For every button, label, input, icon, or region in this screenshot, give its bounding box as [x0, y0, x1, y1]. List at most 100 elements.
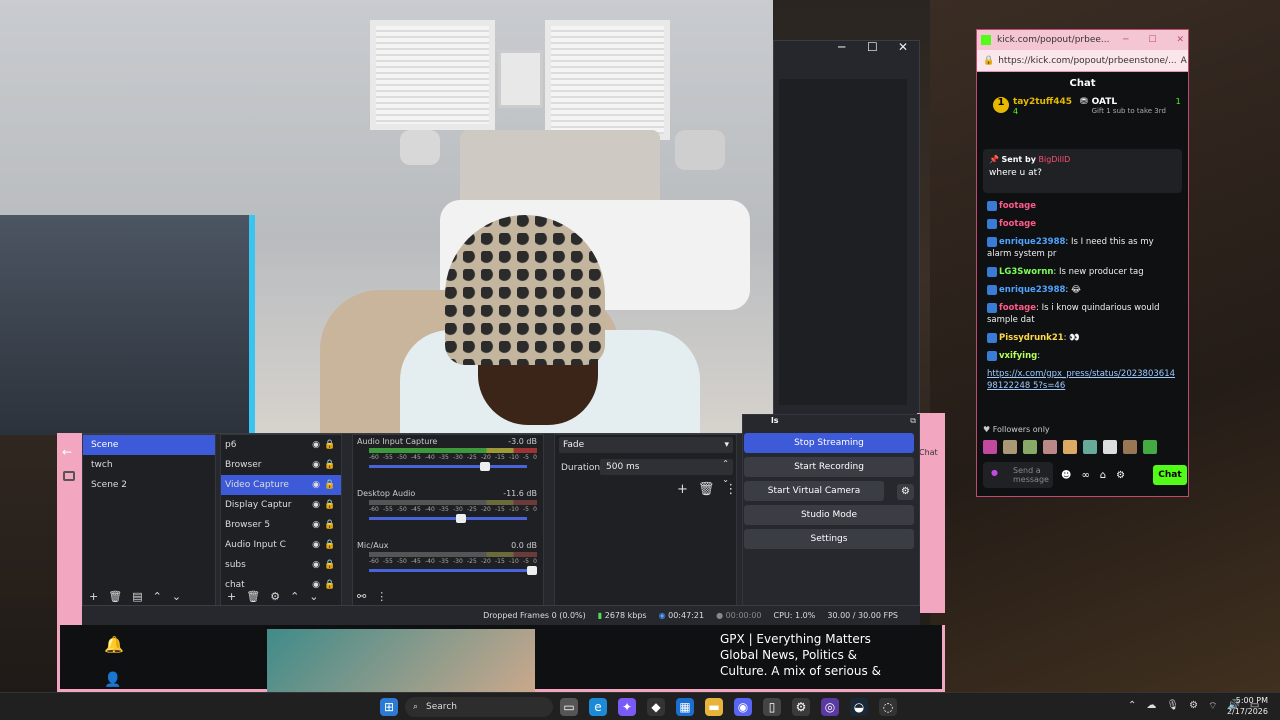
- eye-icon[interactable]: ◉: [309, 460, 323, 470]
- add-icon[interactable]: +: [677, 482, 688, 497]
- copilot-icon[interactable]: ✦: [618, 698, 636, 716]
- fader-knob[interactable]: [479, 462, 490, 471]
- window-close-icon[interactable]: ✕: [1176, 35, 1184, 45]
- eye-icon[interactable]: ◉: [309, 500, 323, 510]
- emote[interactable]: [1143, 440, 1157, 454]
- emote[interactable]: [1043, 440, 1057, 454]
- eye-icon[interactable]: ◉: [309, 520, 323, 530]
- more-icon[interactable]: ⋮: [724, 482, 737, 497]
- emote[interactable]: [1103, 440, 1117, 454]
- bell-icon[interactable]: 🔔: [104, 635, 124, 654]
- lock-icon[interactable]: 🔒: [323, 480, 337, 490]
- lock-icon[interactable]: 🔒: [323, 440, 337, 450]
- scene-item[interactable]: Scene 2: [83, 475, 215, 495]
- emote[interactable]: [1063, 440, 1077, 454]
- window-close-icon[interactable]: ✕: [898, 40, 908, 54]
- lock-icon[interactable]: 🔒: [323, 580, 337, 590]
- control-button[interactable]: Start Virtual Camera: [744, 481, 884, 501]
- emote[interactable]: [1003, 440, 1017, 454]
- emote[interactable]: [1023, 440, 1037, 454]
- eye-icon[interactable]: ◉: [309, 580, 323, 590]
- popout-icon[interactable]: ⧉: [910, 416, 916, 426]
- store-icon[interactable]: ⌂: [1100, 470, 1106, 481]
- cloud-icon[interactable]: ☁: [1146, 700, 1156, 713]
- gear-icon[interactable]: ⚙: [1189, 700, 1198, 713]
- lock-icon[interactable]: 🔒: [323, 500, 337, 510]
- wifi-icon[interactable]: ⌔: [1208, 700, 1217, 713]
- more-icon[interactable]: ⋮: [376, 590, 387, 603]
- mic-icon[interactable]: ●: [991, 468, 998, 477]
- window-maximize-icon[interactable]: ☐: [867, 40, 878, 54]
- add-user-icon[interactable]: 👤: [104, 672, 121, 688]
- volume-fader[interactable]: [369, 514, 527, 523]
- lock-icon[interactable]: 🔒: [323, 520, 337, 530]
- shield-icon[interactable]: ◆: [647, 698, 665, 716]
- kick-address-bar[interactable]: 🔒 https://kick.com/popout/prbeenstone/..…: [977, 50, 1188, 72]
- mic-icon[interactable]: 🎙: [1166, 700, 1179, 713]
- gear-icon[interactable]: ⚙: [270, 590, 280, 603]
- source-item[interactable]: p6 ◉ 🔒: [221, 435, 341, 455]
- chat-username[interactable]: footage: [999, 219, 1036, 229]
- trash-icon[interactable]: 🗑: [698, 482, 715, 497]
- taskbar-search[interactable]: ⌕ Search: [405, 697, 553, 717]
- duration-input[interactable]: 500 ms ⌃ ⌄: [600, 459, 733, 484]
- up-icon[interactable]: ⌃: [153, 590, 162, 603]
- emote-icon[interactable]: ☻: [1061, 470, 1071, 481]
- volume-fader[interactable]: [369, 566, 537, 575]
- chat-send-button[interactable]: Chat: [1153, 465, 1187, 485]
- source-item[interactable]: Display Captur ◉ 🔒: [221, 495, 341, 515]
- emote[interactable]: [983, 440, 997, 454]
- down-icon[interactable]: ⌄: [172, 590, 181, 603]
- reader-icon[interactable]: A: [1181, 56, 1187, 66]
- up-icon[interactable]: ⌃: [290, 590, 299, 603]
- window-minimize-icon[interactable]: ─: [1123, 35, 1128, 45]
- chat-username[interactable]: footage: [999, 303, 1036, 313]
- fader-knob[interactable]: [455, 514, 466, 523]
- folder-icon[interactable]: ▬: [705, 698, 723, 716]
- source-item[interactable]: Audio Input C ◉ 🔒: [221, 535, 341, 555]
- eye-icon[interactable]: ◉: [309, 480, 323, 490]
- chat-username[interactable]: LG3Swornn: [999, 267, 1053, 277]
- source-item[interactable]: Browser ◉ 🔒: [221, 455, 341, 475]
- chat-username[interactable]: footage: [999, 201, 1036, 211]
- chat-username[interactable]: enrique23988: [999, 285, 1065, 295]
- control-button[interactable]: Start Recording: [744, 457, 914, 477]
- add-icon[interactable]: +: [227, 590, 236, 603]
- file-icon[interactable]: ▯: [763, 698, 781, 716]
- send-message-input[interactable]: ● Send a message: [983, 462, 1053, 488]
- trash-icon[interactable]: 🗑: [246, 590, 260, 603]
- clock[interactable]: 5:00 PM 2/17/2026: [1222, 695, 1268, 717]
- discord-icon[interactable]: ◉: [734, 698, 752, 716]
- fader-knob[interactable]: [527, 566, 537, 575]
- control-button[interactable]: Studio Mode: [744, 505, 914, 525]
- lock-icon[interactable]: 🔒: [323, 540, 337, 550]
- source-item[interactable]: Video Capture ◉ 🔒: [221, 475, 341, 495]
- obs-icon[interactable]: ◌: [879, 698, 897, 716]
- infinity-icon[interactable]: ∞: [1081, 470, 1089, 481]
- task-view-icon[interactable]: ▭: [560, 698, 578, 716]
- link-icon[interactable]: ⚯: [357, 590, 366, 603]
- eye-icon[interactable]: ◉: [309, 440, 323, 450]
- chat-username[interactable]: Pissydrunk21: [999, 333, 1064, 343]
- virtual-camera-settings-icon[interactable]: ⚙: [897, 484, 914, 500]
- chat-link[interactable]: https://x.com/gpx_press/status/202380361…: [977, 365, 1188, 395]
- scene-item[interactable]: twch: [83, 455, 215, 475]
- emote[interactable]: [1083, 440, 1097, 454]
- chevron-up-icon[interactable]: ⌃: [1128, 700, 1136, 713]
- control-button[interactable]: Settings: [744, 529, 914, 549]
- filter-icon[interactable]: ▤: [132, 590, 142, 603]
- chat-username[interactable]: vxifying: [999, 351, 1037, 361]
- add-icon[interactable]: +: [89, 590, 98, 603]
- steam-icon[interactable]: ◒: [850, 698, 868, 716]
- transition-select[interactable]: Fade ▾: [559, 437, 733, 453]
- video-thumbnail[interactable]: [267, 629, 535, 692]
- lock-icon[interactable]: 🔒: [323, 460, 337, 470]
- edge-icon[interactable]: e: [589, 698, 607, 716]
- down-icon[interactable]: ⌄: [309, 590, 318, 603]
- app-icon[interactable]: ◎: [821, 698, 839, 716]
- store-icon[interactable]: ▦: [676, 698, 694, 716]
- trash-icon[interactable]: 🗑: [108, 590, 122, 603]
- emote[interactable]: [1123, 440, 1137, 454]
- volume-fader[interactable]: [369, 462, 527, 471]
- source-item[interactable]: Browser 5 ◉ 🔒: [221, 515, 341, 535]
